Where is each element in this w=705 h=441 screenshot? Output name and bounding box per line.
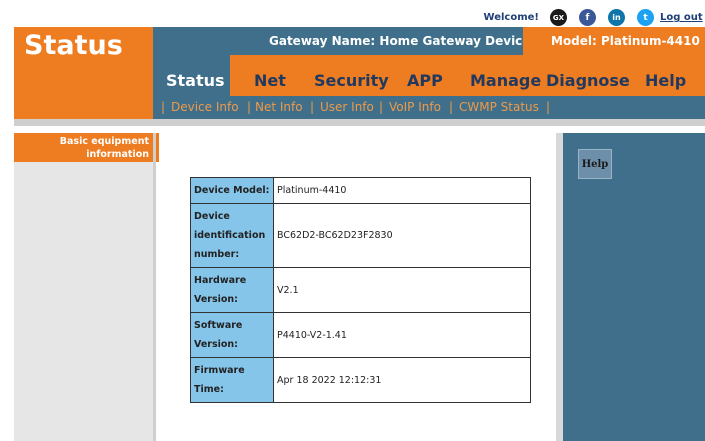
sub-nav-separator: | bbox=[449, 100, 454, 114]
device-model-value: Platinum-4410 bbox=[273, 177, 531, 204]
table-row: Firmware Time: Apr 18 2022 12:12:31 bbox=[190, 357, 531, 403]
model-name: Model: Platinum-4410 bbox=[523, 27, 705, 55]
nav-tab-diagnose[interactable]: Diagnose bbox=[546, 71, 630, 90]
software-version-value: P4410-V2-1.41 bbox=[273, 312, 531, 358]
table-row: Device Model: Platinum-4410 bbox=[190, 177, 531, 204]
linkedin-icon[interactable]: in bbox=[608, 9, 625, 26]
sub-nav-device-info[interactable]: Device Info bbox=[171, 100, 239, 114]
facebook-icon[interactable]: f bbox=[579, 9, 596, 26]
section-title: Status bbox=[24, 30, 123, 61]
device-model-label: Device Model: bbox=[190, 177, 274, 204]
nav-tab-help[interactable]: Help bbox=[645, 71, 686, 90]
nav-tab-security[interactable]: Security bbox=[314, 71, 389, 90]
sub-nav-voip-info[interactable]: VoIP Info bbox=[389, 100, 441, 114]
firmware-time-label: Firmware Time: bbox=[190, 357, 274, 403]
table-row: Hardware Version: V2.1 bbox=[190, 267, 531, 313]
software-version-label: Software Version: bbox=[190, 312, 274, 358]
sub-nav-separator: | bbox=[161, 100, 166, 114]
content-left-border bbox=[153, 133, 156, 441]
gx-icon[interactable]: GX bbox=[550, 9, 567, 26]
sub-nav-separator: | bbox=[247, 100, 252, 114]
help-panel-border bbox=[556, 133, 563, 441]
sub-nav-separator: | bbox=[379, 100, 384, 114]
firmware-time-value: Apr 18 2022 12:12:31 bbox=[273, 357, 531, 403]
twitter-icon[interactable]: t bbox=[637, 9, 654, 26]
logout-link[interactable]: Log out bbox=[660, 12, 703, 23]
sub-nav-net-info[interactable]: Net Info bbox=[255, 100, 303, 114]
nav-tab-app[interactable]: APP bbox=[407, 71, 443, 90]
nav-tab-manage[interactable]: Manage bbox=[470, 71, 541, 90]
device-id-label: Device identification number: bbox=[190, 203, 274, 268]
help-button[interactable]: Help bbox=[578, 149, 612, 179]
table-row: Device identification number: BC62D2-BC6… bbox=[190, 203, 531, 268]
sidebar-item-basic-info[interactable]: Basic equipment information bbox=[14, 133, 159, 162]
header-row: Gateway Name: Home Gateway Device (CPE) … bbox=[153, 27, 705, 55]
table-row: Software Version: P4410-V2-1.41 bbox=[190, 312, 531, 358]
help-panel bbox=[563, 133, 705, 441]
sidebar bbox=[14, 133, 153, 441]
top-bar: Welcome! GX f in t Log out bbox=[0, 0, 705, 28]
sub-nav: | Device Info | Net Info | User Info | V… bbox=[153, 96, 705, 119]
hardware-version-value: V2.1 bbox=[273, 267, 531, 313]
nav-tab-net[interactable]: Net bbox=[254, 71, 286, 90]
hardware-version-label: Hardware Version: bbox=[190, 267, 274, 313]
main-nav: Status Net Security APP Manage Diagnose … bbox=[153, 55, 705, 96]
device-info-table: Device Model: Platinum-4410 Device ident… bbox=[190, 177, 531, 403]
sub-nav-separator: | bbox=[310, 100, 315, 114]
welcome-text: Welcome! bbox=[483, 12, 539, 23]
header-divider bbox=[14, 119, 705, 126]
sub-nav-separator: | bbox=[546, 100, 551, 114]
device-id-value: BC62D2-BC62D23F2830 bbox=[273, 203, 531, 268]
nav-tab-status[interactable]: Status bbox=[153, 55, 230, 96]
sub-nav-cwmp-status[interactable]: CWMP Status bbox=[459, 100, 539, 114]
sub-nav-user-info[interactable]: User Info bbox=[320, 100, 374, 114]
